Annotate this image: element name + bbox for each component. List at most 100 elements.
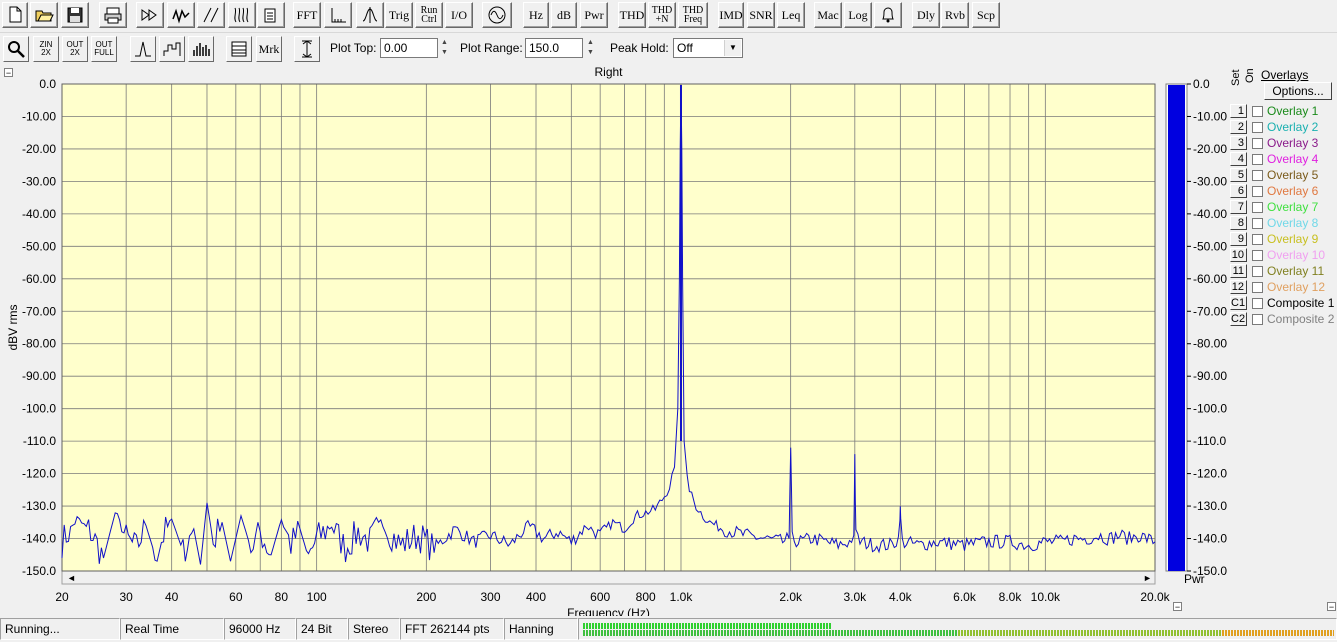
overlay-options-button[interactable]: Options... xyxy=(1264,82,1332,100)
thd-freq-button[interactable]: THD Freq xyxy=(678,2,708,28)
overlay-set-button[interactable]: 12 xyxy=(1230,280,1247,294)
meter-segment xyxy=(712,630,714,636)
zoom-out-full-button[interactable]: OUT FULL xyxy=(91,36,117,62)
overlay-set-button[interactable]: 4 xyxy=(1230,152,1247,166)
overlay-on-checkbox[interactable] xyxy=(1252,106,1263,117)
save-file-button[interactable] xyxy=(61,2,89,28)
io-button[interactable]: I/O xyxy=(445,2,473,28)
ramp-button[interactable] xyxy=(197,2,225,28)
overlay-set-button[interactable]: 8 xyxy=(1230,216,1247,230)
x-tick-label: 80 xyxy=(275,590,289,604)
overlay-on-checkbox[interactable] xyxy=(1252,250,1263,261)
meter-level-segment xyxy=(724,623,726,629)
overlay-on-checkbox[interactable] xyxy=(1252,186,1263,197)
fast-forward-button[interactable] xyxy=(136,2,164,28)
x-tick-label: 60 xyxy=(229,590,243,604)
notepad-button[interactable] xyxy=(257,2,285,28)
plot-range-spinner[interactable]: ▲ ▼ xyxy=(585,38,596,58)
status-run-state: Running... xyxy=(0,618,120,640)
overlay-set-button[interactable]: 7 xyxy=(1230,200,1247,214)
overlay-on-checkbox[interactable] xyxy=(1252,266,1263,277)
overlay-name: Composite 1 xyxy=(1267,296,1335,310)
thd-button[interactable]: THD xyxy=(618,2,646,28)
line-mode-button[interactable] xyxy=(130,36,156,62)
overlay-set-button[interactable]: 11 xyxy=(1230,264,1247,278)
pwr-button[interactable]: Pwr xyxy=(580,2,608,28)
scroll-left-icon[interactable]: ◄ xyxy=(67,573,76,583)
leq-button[interactable]: Leq xyxy=(777,2,805,28)
step-mode-button[interactable] xyxy=(159,36,185,62)
rvb-button[interactable]: Rvb xyxy=(941,2,969,28)
peak-line-icon xyxy=(135,41,151,57)
dly-button[interactable]: Dly xyxy=(912,2,940,28)
meter-level-segment xyxy=(808,623,810,629)
marker-button[interactable]: Mrk xyxy=(256,36,282,62)
meter-level-segment xyxy=(742,623,744,629)
snr-button[interactable]: SNR xyxy=(747,2,775,28)
axis-button[interactable] xyxy=(324,2,352,28)
overlay-set-button[interactable]: 10 xyxy=(1230,248,1247,262)
generator-button[interactable] xyxy=(482,2,512,28)
overlay-on-checkbox[interactable] xyxy=(1252,282,1263,293)
overlay-set-button[interactable]: 9 xyxy=(1230,232,1247,246)
step-icon xyxy=(163,42,181,56)
waveform-button[interactable] xyxy=(167,2,195,28)
zoom-in-2x-button[interactable]: ZIN 2X xyxy=(33,36,59,62)
mac-button[interactable]: Mac xyxy=(814,2,842,28)
overlay-on-checkbox[interactable] xyxy=(1252,218,1263,229)
collapse-top-icon[interactable]: − xyxy=(4,68,13,78)
thd-n-button[interactable]: THD +N xyxy=(648,2,676,28)
overlay-set-button[interactable]: 2 xyxy=(1230,120,1247,134)
plot-range-input[interactable]: 150.0 xyxy=(525,38,583,58)
vertical-scale-button[interactable] xyxy=(294,36,320,62)
open-file-button[interactable] xyxy=(30,2,58,28)
overlay-on-checkbox[interactable] xyxy=(1252,298,1263,309)
scroll-right-icon[interactable]: ► xyxy=(1143,573,1152,583)
overlay-on-checkbox[interactable] xyxy=(1252,154,1263,165)
print-button[interactable] xyxy=(99,2,127,28)
overlay-on-checkbox[interactable] xyxy=(1252,138,1263,149)
overlay-on-checkbox[interactable] xyxy=(1252,314,1263,325)
zoom-button[interactable] xyxy=(3,36,29,62)
overlay-set-button[interactable]: 6 xyxy=(1230,184,1247,198)
new-file-button[interactable] xyxy=(2,2,28,28)
plot-top-input[interactable]: 0.00 xyxy=(380,38,438,58)
x-tick-label: 3.0k xyxy=(843,590,867,604)
sweep-icon xyxy=(234,7,249,23)
log-button[interactable]: Log xyxy=(844,2,872,28)
meter-segment xyxy=(820,630,822,636)
overlay-on-checkbox[interactable] xyxy=(1252,170,1263,181)
y-tick-label: -60.00 xyxy=(22,272,56,286)
fft-button[interactable]: FFT xyxy=(293,2,321,28)
meter-level-segment xyxy=(829,623,831,629)
trigger-shape-button[interactable] xyxy=(356,2,384,28)
imd-button[interactable]: IMD xyxy=(718,2,744,28)
bar-mode-button[interactable] xyxy=(188,36,214,62)
scp-button[interactable]: Scp xyxy=(972,2,1000,28)
hz-button[interactable]: Hz xyxy=(523,2,549,28)
marker-button-label: Mrk xyxy=(258,42,280,56)
db-button[interactable]: dB xyxy=(551,2,577,28)
trig-button[interactable]: Trig xyxy=(385,2,413,28)
plot-top-spinner[interactable]: ▲ ▼ xyxy=(439,38,450,58)
zoom-out-2x-button[interactable]: OUT 2X xyxy=(62,36,88,62)
peak-hold-select[interactable]: Off ▼ xyxy=(673,38,743,58)
overlay-set-button[interactable]: C1 xyxy=(1230,296,1247,310)
overlay-on-checkbox[interactable] xyxy=(1252,202,1263,213)
overlay-set-button[interactable]: 3 xyxy=(1230,136,1247,150)
overlay-set-button[interactable]: 5 xyxy=(1230,168,1247,182)
overlay-set-button[interactable]: 1 xyxy=(1230,104,1247,118)
overlay-set-button[interactable]: C2 xyxy=(1230,312,1247,326)
collapse-right-icon[interactable]: − xyxy=(1327,602,1336,612)
overlay-on-checkbox[interactable] xyxy=(1252,234,1263,245)
table-button[interactable] xyxy=(226,36,252,62)
horizontal-scrollbar[interactable] xyxy=(61,570,1156,585)
alarm-button[interactable] xyxy=(874,2,902,28)
collapse-bar-icon[interactable]: − xyxy=(1173,602,1182,612)
overlay-name: Overlay 11 xyxy=(1267,264,1325,278)
chevron-down-icon[interactable]: ▼ xyxy=(724,40,741,56)
overlay-on-checkbox[interactable] xyxy=(1252,122,1263,133)
meter-segment xyxy=(826,630,828,636)
sweep-button[interactable] xyxy=(228,2,256,28)
run-ctrl-button[interactable]: Run Ctrl xyxy=(415,2,443,28)
